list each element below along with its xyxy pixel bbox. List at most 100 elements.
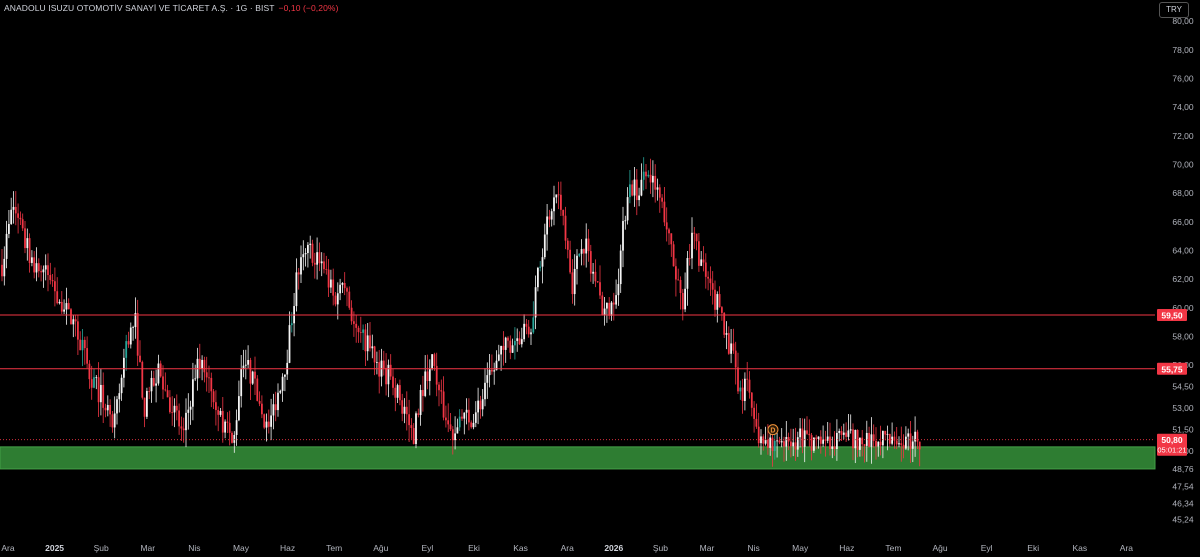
candle-body [24,228,26,249]
x-tick-label: Eyl [981,543,993,553]
candle-body [21,219,24,229]
candle-body [916,431,919,442]
candle-body [449,424,452,430]
candle-body [649,174,652,183]
candle-body [810,435,813,451]
candle-body [454,433,456,441]
candle-body [169,397,171,413]
candle-body [58,301,61,304]
x-tick-label: Nis [188,543,200,553]
candle-body [376,362,378,363]
candle-body [422,390,424,396]
candle-body [562,209,565,216]
candle-body [629,184,631,198]
candle-body [238,396,240,421]
candle-body [534,287,537,318]
candle-body [532,317,535,333]
candle-body [318,252,321,264]
candle-body [182,428,185,431]
candle-body [472,422,475,428]
y-tick-label: 76,00 [1172,74,1194,84]
candle-body [833,446,836,449]
candle-body [392,376,394,388]
candle-body [431,354,433,369]
candle-body [419,390,422,415]
candle-body [382,360,385,368]
candle-body [215,402,217,411]
candle-body [677,279,680,281]
y-tick-label: 48,76 [1172,464,1194,474]
candle-body [447,420,450,425]
candle-body [831,446,834,449]
candle-body [854,429,857,449]
candle-body [530,332,532,335]
candle-body [242,365,245,369]
candle-body [405,406,408,415]
candle-body [826,436,829,441]
y-tick-label: 78,00 [1172,45,1194,55]
candle-body [746,378,749,380]
candle-body [180,426,183,429]
y-tick-label: 54,50 [1172,382,1194,392]
candle-body [569,249,571,273]
candle-body [773,440,776,452]
candle-body [668,229,670,234]
candle-body [603,308,606,315]
candle-body [458,416,461,428]
candle-body [886,433,889,435]
candle-body [274,404,277,411]
candle-body [785,437,788,447]
candle-body [221,410,224,433]
candle-body [171,412,174,413]
candle-body [500,345,502,355]
candle-body [139,355,141,362]
candle-body [783,441,785,447]
candle-body [136,313,139,356]
candle-body [152,377,155,386]
candle-body [125,341,128,358]
candle-body [484,382,486,400]
candle-body [369,335,371,349]
candle-body [399,385,401,401]
candle-body [173,405,176,413]
currency-button[interactable]: TRY [1159,2,1189,18]
candle-body [3,258,6,277]
candle-body [778,440,781,443]
candle-body [635,179,638,201]
candle-body [792,442,795,447]
candle-body [56,291,59,304]
candle-body [863,444,866,446]
candle-body [520,339,523,345]
candle-body [845,432,847,437]
candle-body [327,269,330,288]
candle-body [12,206,15,210]
candle-body [350,307,353,322]
candle-body [610,302,613,316]
candle-body [497,354,500,361]
candle-body [256,378,259,401]
candle-body [465,409,468,413]
candle-body [861,437,864,445]
x-tick-label: Nis [747,543,759,553]
candle-body [548,216,551,220]
candle-body [909,433,912,449]
candle-body [907,433,910,437]
candle-body [819,436,822,444]
candle-body [47,265,49,276]
candle-body [550,211,553,220]
candle-body [346,288,348,292]
candle-body [585,238,588,254]
x-tick-label: Eyl [421,543,433,553]
y-tick-label: 72,00 [1172,131,1194,141]
x-tick-label: Mar [700,543,715,553]
candle-body [707,276,709,279]
candle-body [608,302,611,316]
candle-body [51,280,54,282]
x-tick-label: Mar [140,543,155,553]
candle-body [385,367,387,385]
price-chart[interactable]: 80,0078,0076,0074,0072,0070,0068,0066,00… [0,0,1200,557]
x-tick-label: Şub [653,543,668,553]
candle-body [721,307,723,313]
candle-body [5,233,8,259]
candle-body [868,432,870,447]
